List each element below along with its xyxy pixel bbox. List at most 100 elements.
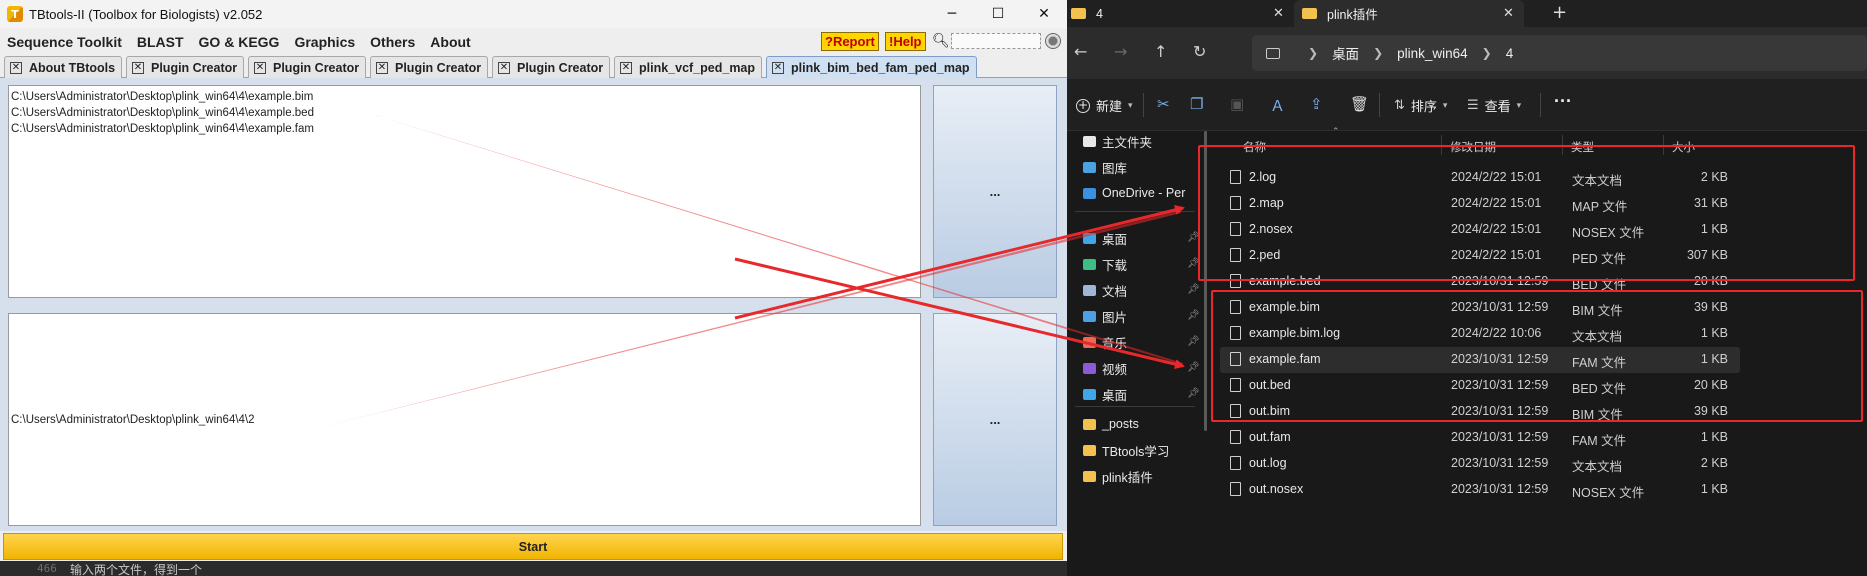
paste-icon[interactable]: ▣ xyxy=(1230,95,1244,113)
menu-go-kegg[interactable]: GO & KEGG xyxy=(192,34,288,50)
menu-about[interactable]: About xyxy=(423,34,478,50)
sidebar-item-label: OneDrive - Per xyxy=(1102,186,1186,200)
file-row[interactable]: out.log 2023/10/31 12:59 文本文档 2 KB xyxy=(1220,451,1740,477)
output-path-textarea[interactable]: C:\Users\Administrator\Desktop\plink_win… xyxy=(8,313,921,526)
pin-icon[interactable]: 📌︎ xyxy=(1187,284,1200,295)
download-icon xyxy=(1083,258,1096,270)
toolbar-divider xyxy=(1143,93,1144,117)
more-options-icon[interactable]: ··· xyxy=(1554,91,1572,112)
navigation-pane: 主文件夹图库 OneDrive - Per 桌面 📌︎ 下载 📌︎ 文档 📌︎ 图片 📌︎ 音乐 📌︎… xyxy=(1067,131,1203,576)
explorer-tab-strip: 4 ✕ plink插件 ✕ + xyxy=(1067,0,1867,27)
sidebar-item[interactable]: TBtools学习 xyxy=(1083,440,1169,460)
file-name: out.fam xyxy=(1249,430,1291,444)
file-row[interactable]: out.nosex 2023/10/31 12:59 NOSEX 文件 1 KB xyxy=(1220,477,1740,503)
address-bar[interactable]: ❯ 桌面 ❯ plink_win64 ❯ 4 xyxy=(1252,35,1867,71)
view-list-icon: ☰ xyxy=(1467,98,1479,113)
cut-icon[interactable]: ✂ xyxy=(1157,95,1170,113)
minimize-icon[interactable]: ─ xyxy=(929,0,975,28)
view-button[interactable]: ☰ 查看 ▾ xyxy=(1467,96,1521,115)
tab-plugin-creator-2[interactable]: ✕ Plugin Creator xyxy=(248,56,367,78)
sidebar-item[interactable]: 图片 xyxy=(1083,306,1127,326)
tab-label: 4 xyxy=(1096,6,1103,21)
search-input[interactable] xyxy=(951,33,1041,49)
tab-close-icon[interactable]: ✕ xyxy=(132,61,144,74)
search-icon[interactable]: 🔍︎ xyxy=(932,33,950,49)
sidebar-item[interactable]: 桌面 xyxy=(1083,228,1127,248)
tab-label: plink_vcf_ped_map xyxy=(639,60,756,75)
sidebar-item[interactable]: 图库 xyxy=(1083,157,1127,177)
browse-output-button[interactable]: ... xyxy=(933,313,1057,526)
file-row[interactable]: out.fam 2023/10/31 12:59 FAM 文件 1 KB xyxy=(1220,425,1740,451)
sidebar-divider xyxy=(1075,211,1195,212)
share-icon[interactable]: ⇪ xyxy=(1310,95,1323,113)
sidebar-item[interactable]: OneDrive - Per xyxy=(1083,183,1185,203)
chevron-right-icon: ❯ xyxy=(1308,46,1319,60)
computer-icon xyxy=(1266,47,1280,59)
back-icon[interactable]: ← xyxy=(1074,42,1087,61)
menu-blast[interactable]: BLAST xyxy=(130,34,192,50)
explorer-tab-4[interactable]: 4 ✕ xyxy=(1067,0,1292,27)
sort-button[interactable]: ⇅ 排序 ▾ xyxy=(1394,96,1447,115)
sidebar-item-label: 音乐 xyxy=(1102,336,1128,351)
video-icon xyxy=(1083,362,1096,374)
refresh-icon[interactable]: ↻ xyxy=(1193,42,1206,61)
close-icon[interactable]: ✕ xyxy=(1021,0,1067,28)
tab-plugin-creator-3[interactable]: ✕ Plugin Creator xyxy=(370,56,489,78)
tab-close-icon[interactable]: ✕ xyxy=(498,61,510,74)
folder-icon xyxy=(1083,444,1096,456)
breadcrumb-desktop[interactable]: 桌面 xyxy=(1332,43,1359,63)
tab-plink-bim-bed-fam-ped-map[interactable]: ✕ plink_bim_bed_fam_ped_map xyxy=(766,56,977,78)
tab-plugin-creator-1[interactable]: ✕ Plugin Creator xyxy=(126,56,245,78)
folder-icon xyxy=(1083,470,1096,482)
forward-icon[interactable]: → xyxy=(1114,42,1127,61)
sidebar-item[interactable]: 桌面 xyxy=(1083,384,1127,404)
sidebar-item[interactable]: plink插件 xyxy=(1083,466,1153,486)
pin-icon[interactable]: 📌︎ xyxy=(1187,336,1200,347)
explorer-tab-plink-plugin[interactable]: plink插件 ✕ xyxy=(1294,0,1524,27)
sidebar-item[interactable]: 音乐 xyxy=(1083,332,1127,352)
tab-label: plink插件 xyxy=(1327,8,1378,22)
breadcrumb-4[interactable]: 4 xyxy=(1506,46,1514,61)
start-button[interactable]: Start xyxy=(3,533,1063,560)
background-editor-strip: 466 输入两个文件，得到一个 xyxy=(0,561,1067,576)
breadcrumb-plink-win64[interactable]: plink_win64 xyxy=(1397,46,1468,61)
tab-close-icon[interactable]: ✕ xyxy=(620,61,632,74)
up-icon[interactable]: ↑ xyxy=(1154,42,1167,61)
annotation-box-output-files xyxy=(1198,145,1855,281)
sidebar-item[interactable]: 文档 xyxy=(1083,280,1127,300)
sidebar-item[interactable]: 视频 xyxy=(1083,358,1127,378)
tab-close-icon[interactable]: ✕ xyxy=(10,61,22,74)
copy-icon[interactable]: ❐ xyxy=(1190,95,1203,113)
tab-close-icon[interactable]: ✕ xyxy=(254,61,266,74)
sidebar-item[interactable]: 主文件夹 xyxy=(1083,131,1152,151)
rename-icon[interactable]: Ａ xyxy=(1270,95,1285,116)
pin-icon[interactable]: 📌︎ xyxy=(1187,362,1200,373)
sidebar-item[interactable]: _posts xyxy=(1083,414,1139,434)
new-tab-icon[interactable]: + xyxy=(1552,2,1567,23)
close-icon[interactable]: ✕ xyxy=(1503,6,1514,21)
report-button[interactable]: ?Report xyxy=(821,32,879,51)
tab-close-icon[interactable]: ✕ xyxy=(772,61,784,74)
close-icon[interactable]: ✕ xyxy=(1273,6,1284,21)
sidebar-item[interactable]: 下载 xyxy=(1083,254,1127,274)
tab-plink-vcf-ped-map[interactable]: ✕ plink_vcf_ped_map xyxy=(614,56,763,78)
pin-icon[interactable]: 📌︎ xyxy=(1187,388,1200,399)
pin-icon[interactable]: 📌︎ xyxy=(1187,310,1200,321)
menu-others[interactable]: Others xyxy=(363,34,423,50)
browse-input-button[interactable]: ... xyxy=(933,85,1057,298)
folder-icon xyxy=(1083,418,1096,430)
tab-plugin-creator-4[interactable]: ✕ Plugin Creator xyxy=(492,56,611,78)
input-files-textarea[interactable]: C:\Users\Administrator\Desktop\plink_win… xyxy=(8,85,921,298)
new-button[interactable]: + 新建 ▾ xyxy=(1076,96,1133,115)
sidebar-item-label: 桌面 xyxy=(1102,388,1128,403)
explorer-toolbar: + 新建 ▾ ✂ ❐ ▣ Ａ ⇪ 🗑︎ ⇅ 排序 ▾ ☰ 查看 ▾ ··· xyxy=(1067,79,1867,131)
tab-close-icon[interactable]: ✕ xyxy=(376,61,388,74)
maximize-icon[interactable]: ☐ xyxy=(975,0,1021,28)
menu-sequence-toolkit[interactable]: Sequence Toolkit xyxy=(0,34,130,50)
menu-graphics[interactable]: Graphics xyxy=(287,34,363,50)
home-icon xyxy=(1083,135,1096,147)
status-radio-icon[interactable] xyxy=(1045,33,1061,49)
delete-icon[interactable]: 🗑︎ xyxy=(1350,95,1369,113)
help-button[interactable]: !Help xyxy=(885,32,926,51)
tab-about-tbtools[interactable]: ✕ About TBtools xyxy=(4,56,123,78)
